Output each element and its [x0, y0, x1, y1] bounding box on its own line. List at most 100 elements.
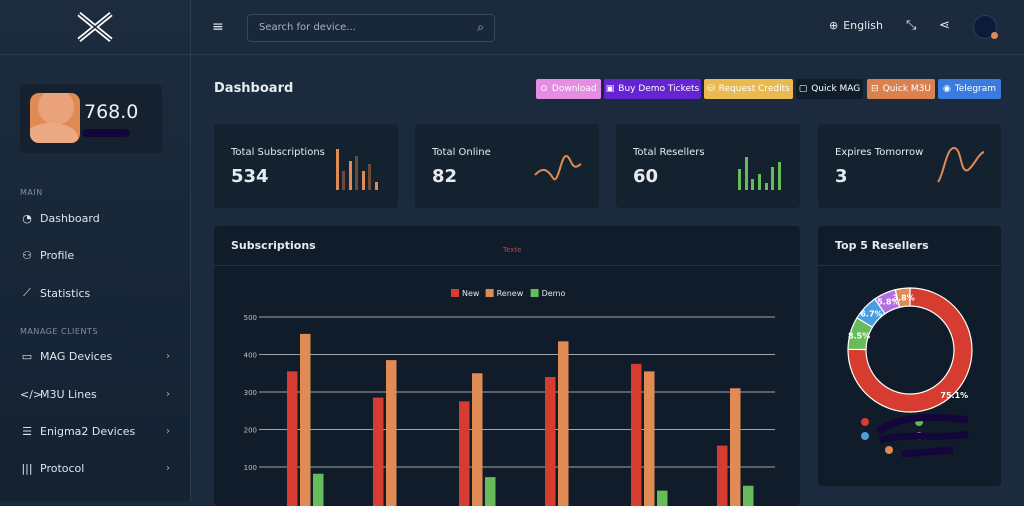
- label: Quick M3U: [882, 84, 931, 94]
- sparkline-bars: [336, 149, 378, 190]
- bar-new[interactable]: [717, 445, 728, 506]
- y-tick-label: 200: [244, 427, 257, 435]
- legend-label[interactable]: New: [462, 289, 480, 298]
- section-manage-clients: MANAGE CLIENTS: [20, 327, 98, 336]
- stat-value: 82: [432, 166, 458, 187]
- server-icon: ☰: [22, 425, 32, 438]
- avatar: [30, 93, 80, 143]
- bar-renew[interactable]: [644, 371, 655, 506]
- slice-label: 3.8%: [893, 293, 915, 302]
- sidebar-item-mag-devices[interactable]: ▭ MAG Devices ›: [20, 350, 170, 363]
- language-selector[interactable]: ⊕ English: [829, 19, 883, 32]
- sidebar: 768.0 MAIN ◔ Dashboard ⚇ Profile ⟋ Statisti…: [0, 0, 191, 501]
- label: Buy Demo Tickets: [618, 84, 700, 94]
- stat-total-resellers: Total Resellers 60: [616, 124, 800, 208]
- label: Download: [551, 84, 597, 94]
- y-tick-label: 300: [244, 389, 257, 397]
- legend-swatch[interactable]: [485, 289, 494, 297]
- legend-swatch[interactable]: [530, 289, 539, 297]
- bar-demo[interactable]: [485, 477, 496, 506]
- search-placeholder: Search for device...: [259, 22, 356, 33]
- bar-renew[interactable]: [472, 373, 483, 506]
- code-icon: </>: [20, 388, 43, 401]
- user-icon: ⚇: [22, 249, 32, 262]
- share-icon[interactable]: ⋖: [939, 18, 950, 33]
- subscriptions-panel: Subscriptions Texte 100 200 300 400 500 New Re…: [214, 226, 800, 506]
- bar-new[interactable]: [287, 371, 298, 506]
- quick-m3u-button[interactable]: ⊟ Quick M3U: [867, 79, 935, 99]
- label: Request Credits: [718, 84, 790, 94]
- chart-line-icon: ⟋: [23, 286, 31, 299]
- telegram-icon: ◉: [942, 84, 951, 94]
- redacted-username: [82, 129, 130, 137]
- credit-card: 768.0: [20, 84, 162, 153]
- slice-label: 6.7%: [860, 310, 882, 319]
- search-input[interactable]: Search for device... ⌕: [247, 14, 495, 42]
- slice-label: 75.1%: [940, 391, 968, 400]
- stat-value: 60: [633, 166, 659, 187]
- slice-label: 8.5%: [848, 331, 870, 340]
- bar-renew[interactable]: [386, 360, 397, 506]
- top-resellers-panel: Top 5 Resellers 75.1% 8.5% 6.7% 5.8% 3.8%: [818, 226, 1001, 486]
- fullscreen-exit-icon[interactable]: ⤡: [906, 18, 916, 33]
- sidebar-item-statistics[interactable]: ⟋ Statistics: [20, 286, 170, 300]
- bar-renew[interactable]: [558, 341, 569, 506]
- label: Protocol: [40, 462, 85, 475]
- label: Dashboard: [40, 212, 100, 225]
- label: Profile: [40, 249, 75, 262]
- quick-mag-button[interactable]: ▢ Quick MAG: [796, 79, 863, 99]
- sidebar-item-protocol[interactable]: ||| Protocol ›: [20, 462, 170, 475]
- stat-label: Expires Tomorrow: [835, 147, 924, 158]
- gauge-icon: ◔: [22, 212, 32, 225]
- sparkline-line: [534, 154, 582, 181]
- list-icon: ⊟: [871, 84, 879, 94]
- y-tick-label: 400: [244, 352, 257, 360]
- legend-label[interactable]: Demo: [542, 289, 566, 298]
- bar-new[interactable]: [631, 363, 642, 506]
- language-label: English: [843, 19, 883, 32]
- telegram-button[interactable]: ◉ Telegram: [938, 79, 1001, 99]
- x-logo-icon: [77, 12, 113, 42]
- legend-marker[interactable]: [861, 418, 869, 426]
- bar-new[interactable]: [373, 397, 384, 506]
- stat-value: 3: [835, 166, 848, 187]
- label: Enigma2 Devices: [40, 425, 136, 438]
- buy-demo-tickets-button[interactable]: ▣ Buy Demo Tickets: [604, 79, 701, 99]
- resellers-donut-chart: 75.1%8.5%6.7%5.8%3.8%: [847, 287, 973, 458]
- chevron-right-icon: ›: [166, 389, 170, 400]
- legend-marker[interactable]: [885, 446, 893, 454]
- logo[interactable]: [0, 0, 190, 55]
- menu-toggle-icon[interactable]: ≡: [212, 19, 224, 35]
- section-main: MAIN: [20, 188, 43, 197]
- topbar: ≡ Search for device... ⌕ ⊕ English ⤡ ⋖: [191, 0, 1024, 55]
- sidebar-item-dashboard[interactable]: ◔ Dashboard: [20, 212, 170, 225]
- label: M3U Lines: [40, 388, 97, 401]
- bar-demo[interactable]: [657, 490, 668, 506]
- download-button[interactable]: ⊙ Download: [536, 79, 601, 99]
- user-avatar[interactable]: [973, 15, 998, 39]
- subscriptions-bar-chart: 100 200 300 400 500 New Renew Demo: [244, 289, 775, 506]
- stat-value: 534: [231, 166, 269, 187]
- request-credits-button[interactable]: ⛁ Request Credits: [704, 79, 793, 99]
- download-icon: ⊙: [540, 84, 548, 94]
- search-icon[interactable]: ⌕: [477, 20, 484, 35]
- coins-icon: ⛁: [707, 84, 715, 94]
- bar-demo[interactable]: [743, 485, 754, 506]
- chevron-right-icon: ›: [166, 426, 170, 437]
- bar-renew[interactable]: [730, 388, 741, 506]
- label: MAG Devices: [40, 350, 113, 363]
- sidebar-item-profile[interactable]: ⚇ Profile: [20, 249, 170, 262]
- stat-label: Total Resellers: [633, 147, 705, 158]
- legend-marker[interactable]: [861, 432, 869, 440]
- sidebar-item-m3u-lines[interactable]: </> M3U Lines ›: [20, 388, 170, 401]
- sparkline-bars-green: [738, 157, 781, 190]
- stat-total-online: Total Online 82: [415, 124, 599, 208]
- legend-swatch[interactable]: [451, 289, 459, 297]
- chevron-right-icon: ›: [166, 463, 170, 474]
- bar-renew[interactable]: [300, 333, 311, 506]
- bar-demo[interactable]: [313, 473, 324, 506]
- legend-label[interactable]: Renew: [497, 289, 524, 298]
- sidebar-item-enigma2-devices[interactable]: ☰ Enigma2 Devices ›: [20, 425, 170, 438]
- bar-new[interactable]: [459, 401, 470, 506]
- bar-new[interactable]: [545, 377, 556, 506]
